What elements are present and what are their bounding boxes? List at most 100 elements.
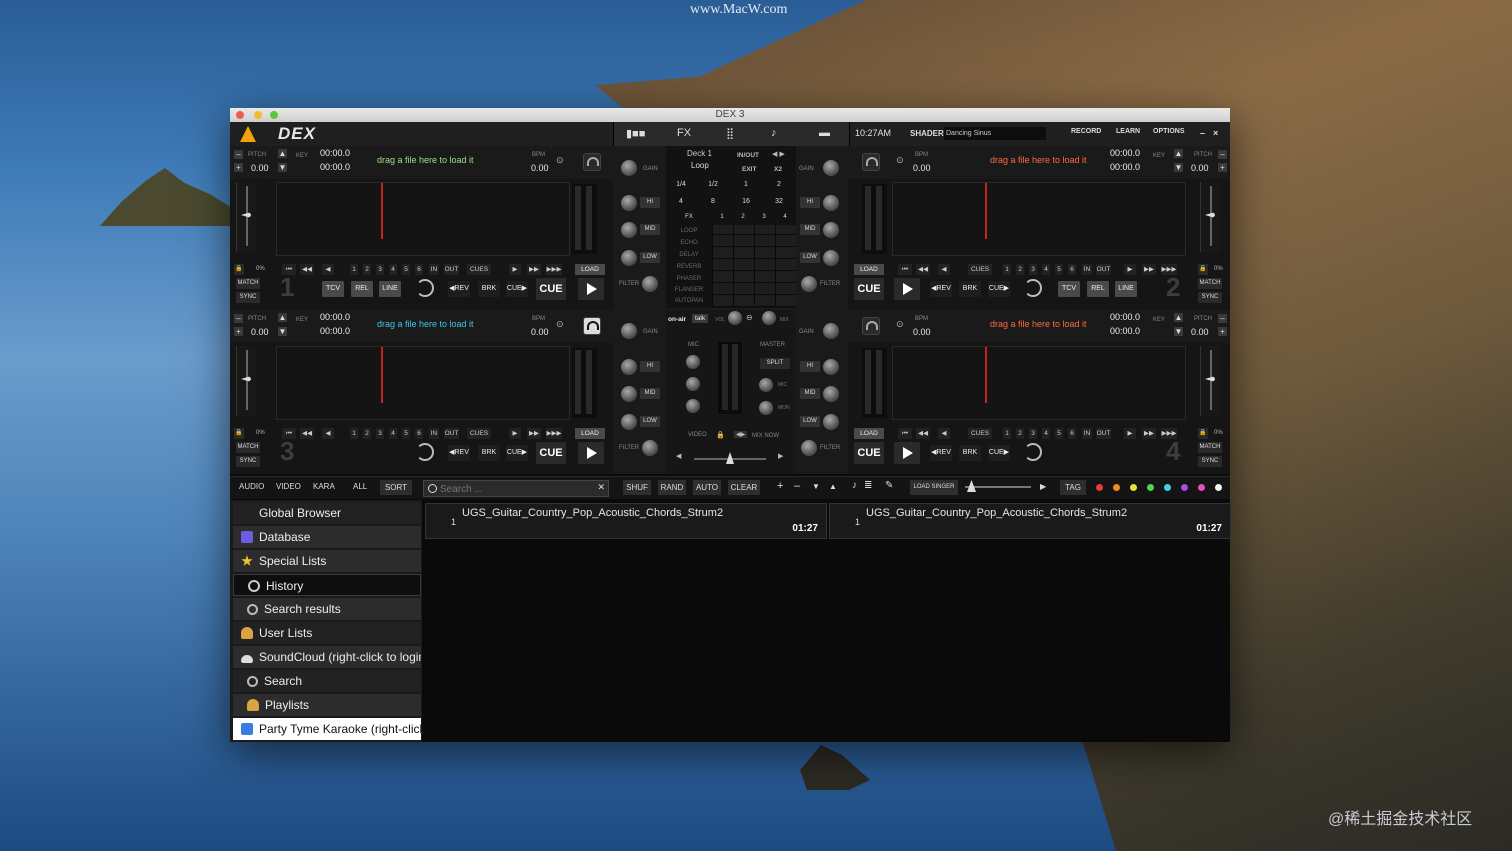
skip-end-button[interactable]: ▶▶▶ xyxy=(546,264,562,275)
loop-sync-icon[interactable] xyxy=(416,443,434,461)
options-button[interactable]: OPTIONS xyxy=(1153,128,1185,135)
hotcue-2[interactable]: 2 xyxy=(1016,264,1024,275)
hotcue-6[interactable]: 6 xyxy=(1068,428,1076,439)
music-note-icon[interactable]: ♪ xyxy=(852,480,857,491)
low-kill-4[interactable]: LOW xyxy=(800,416,820,427)
tag-button[interactable]: TAG xyxy=(1060,480,1086,495)
mic-volume-knob[interactable] xyxy=(728,311,742,325)
low-knob-4[interactable] xyxy=(823,414,839,430)
loop-sync-icon[interactable] xyxy=(416,279,434,297)
fast-forward-button[interactable]: ▶▶ xyxy=(1142,264,1156,275)
mic-low-knob[interactable] xyxy=(686,399,700,413)
low-kill-1[interactable]: LOW xyxy=(640,252,660,263)
back-button[interactable]: ◀ xyxy=(322,428,334,439)
grid-view-icon[interactable]: ⣿ xyxy=(726,127,734,140)
sidebar-item-playlists[interactable]: Playlists xyxy=(233,694,421,716)
queue-up-button[interactable]: ▲ xyxy=(829,482,837,491)
rel-button[interactable]: REL xyxy=(1087,281,1109,297)
mid-knob-3[interactable] xyxy=(621,386,637,402)
hi-kill-1[interactable]: HI xyxy=(640,197,660,208)
back-button[interactable]: ◀ xyxy=(938,428,950,439)
split-button[interactable]: SPLIT xyxy=(760,358,790,369)
hotcue-4[interactable]: 4 xyxy=(1042,428,1050,439)
pitch-slider[interactable] xyxy=(1200,346,1221,416)
cues-button[interactable]: CUES xyxy=(968,264,992,275)
key-up-button[interactable]: ▲ xyxy=(1174,313,1183,322)
pitch-down-button[interactable]: – xyxy=(234,314,243,323)
fx-echo[interactable]: ECHO xyxy=(666,240,712,246)
low-kill-2[interactable]: LOW xyxy=(800,252,820,263)
loop-size-1[interactable]: 1 xyxy=(731,181,761,188)
pitch-down-button[interactable]: – xyxy=(1218,150,1227,159)
talk-button[interactable]: talk xyxy=(692,314,709,323)
key-up-button[interactable]: ▲ xyxy=(278,313,287,322)
key-down-button[interactable]: ▼ xyxy=(278,163,287,172)
lock-icon[interactable]: 🔒 xyxy=(234,428,244,439)
search-input[interactable] xyxy=(438,481,592,498)
app-minimize-button[interactable]: – xyxy=(1200,128,1205,138)
loop-out-button[interactable]: OUT xyxy=(444,264,459,275)
crossfader[interactable] xyxy=(694,452,766,464)
rewind-button[interactable]: ◀◀ xyxy=(916,428,930,439)
cue-button[interactable]: CUE xyxy=(854,278,884,300)
headphones-icon[interactable] xyxy=(862,153,880,171)
pitch-slider[interactable] xyxy=(236,182,257,252)
mix-knob[interactable] xyxy=(762,311,776,325)
fx-phaser[interactable]: PHASER xyxy=(666,276,712,282)
sidebar-item-global-browser[interactable]: Global Browser xyxy=(233,502,421,524)
hotcue-3[interactable]: 3 xyxy=(376,264,384,275)
shader-select[interactable]: Dancing Sinus xyxy=(944,127,1046,140)
hotcue-3[interactable]: 3 xyxy=(1029,264,1037,275)
cue-button[interactable]: CUE xyxy=(536,278,566,300)
brake-button[interactable]: BRK xyxy=(478,445,500,461)
tag-color-orange[interactable] xyxy=(1113,484,1120,491)
low-knob-1[interactable] xyxy=(621,250,637,266)
inout-button[interactable]: IN/OUT xyxy=(737,152,759,159)
hotcue-6[interactable]: 6 xyxy=(1068,264,1076,275)
loop-out-button[interactable]: OUT xyxy=(1096,264,1111,275)
crossfader-right-icon[interactable]: ▶ xyxy=(778,452,783,460)
cues-button[interactable]: CUES xyxy=(467,428,491,439)
cue-button[interactable]: CUE xyxy=(536,442,566,464)
rewind-button[interactable]: ◀◀ xyxy=(300,264,314,275)
pitch-slider[interactable] xyxy=(236,346,257,416)
loop-x2-button[interactable]: X2 xyxy=(774,166,782,173)
pitch-up-button[interactable]: + xyxy=(234,327,243,336)
queue-remove-button[interactable]: – xyxy=(794,480,800,492)
cue-play-button[interactable]: CUE▶ xyxy=(988,445,1010,461)
sort-button[interactable]: SORT xyxy=(380,480,412,495)
loop-in-button[interactable]: IN xyxy=(1082,264,1092,275)
mid-kill-4[interactable]: MID xyxy=(800,388,820,399)
reverse-button[interactable]: ◀REV xyxy=(448,281,470,297)
rewind-button[interactable]: ◀◀ xyxy=(916,264,930,275)
fast-forward-button[interactable]: ▶▶ xyxy=(527,428,541,439)
forward-button[interactable]: ▶ xyxy=(509,428,521,439)
hotcue-4[interactable]: 4 xyxy=(1042,264,1050,275)
hi-knob-2[interactable] xyxy=(823,195,839,211)
hi-knob-1[interactable] xyxy=(621,195,637,211)
hotcue-2[interactable]: 2 xyxy=(363,428,371,439)
loop-in-button[interactable]: IN xyxy=(1082,428,1092,439)
monitor-knob[interactable] xyxy=(759,401,773,415)
lock-icon[interactable]: 🔒 xyxy=(1198,264,1208,275)
hotcue-6[interactable]: 6 xyxy=(415,264,423,275)
loop-exit-button[interactable]: EXIT xyxy=(742,166,756,173)
filter-video[interactable]: VIDEO xyxy=(276,482,301,491)
mic-mid-knob[interactable] xyxy=(686,377,700,391)
forward-button[interactable]: ▶ xyxy=(509,264,521,275)
fx-delay[interactable]: DELAY xyxy=(666,252,712,258)
clear-search-icon[interactable]: ✕ xyxy=(597,482,605,493)
load-button[interactable]: LOAD xyxy=(854,428,884,439)
match-button[interactable]: MATCH xyxy=(1198,442,1222,453)
skip-end-button[interactable]: ▶▶▶ xyxy=(546,428,562,439)
shuffle-button[interactable]: SHUF xyxy=(623,480,651,495)
filter-knob-1[interactable] xyxy=(642,276,658,292)
video-swap-icon[interactable]: ◀▶ xyxy=(734,431,748,438)
sidebar-item-user-lists[interactable]: User Lists xyxy=(233,622,421,644)
reverse-button[interactable]: ◀REV xyxy=(930,445,952,461)
pitch-slider[interactable] xyxy=(1200,182,1221,252)
loop-size-8[interactable]: 8 xyxy=(698,198,728,205)
tag-color-green[interactable] xyxy=(1147,484,1154,491)
brake-button[interactable]: BRK xyxy=(959,445,981,461)
headphones-icon[interactable] xyxy=(583,153,601,171)
